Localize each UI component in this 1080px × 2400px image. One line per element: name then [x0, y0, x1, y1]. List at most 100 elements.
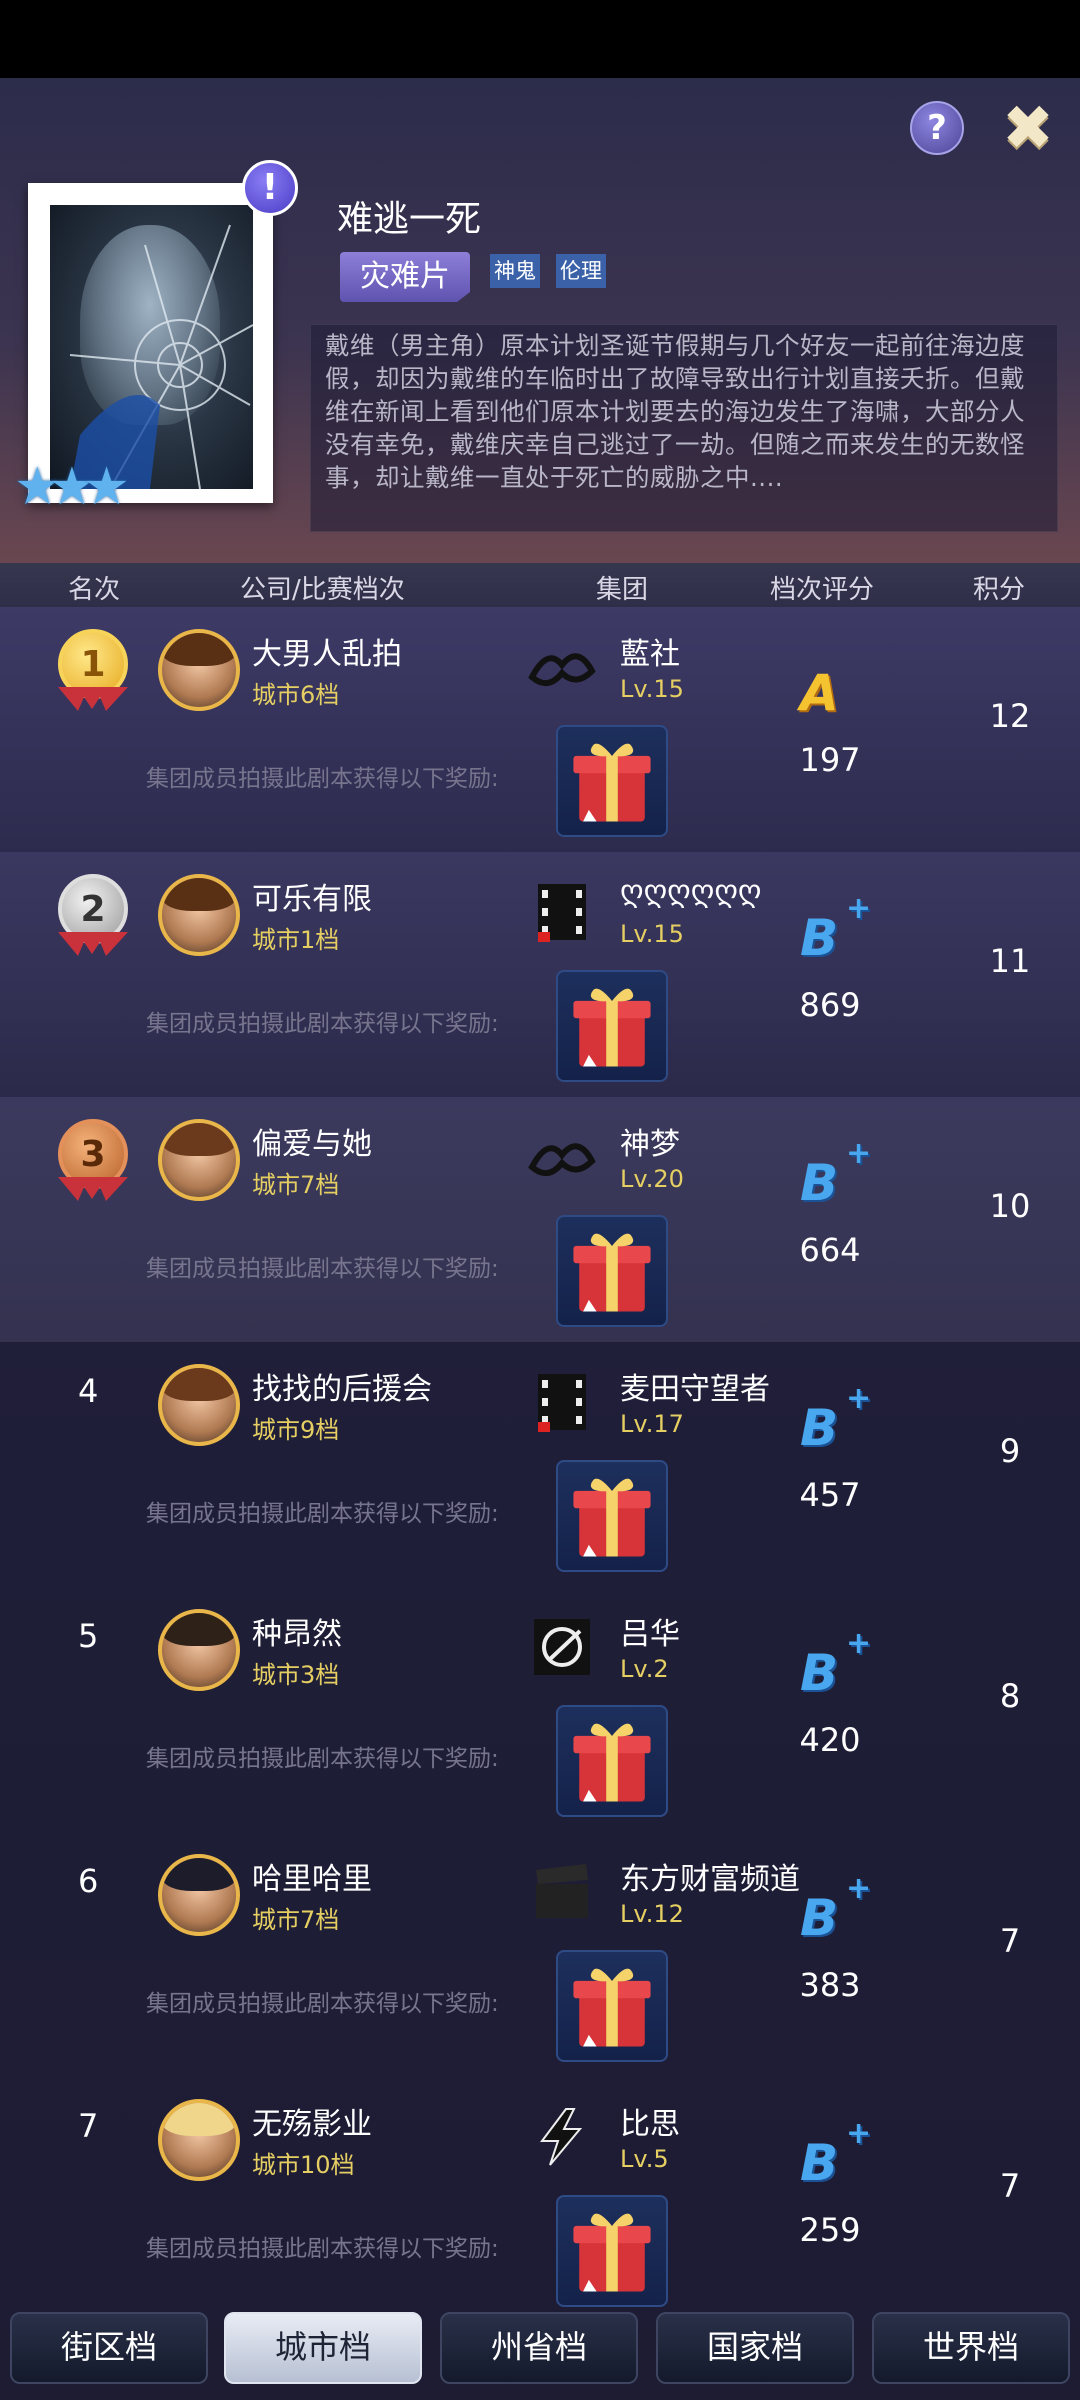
- points: 10: [989, 1187, 1031, 1225]
- group-level: Lv.5: [620, 2145, 669, 2173]
- table-row[interactable]: 2 可乐有限 城市1档 ღღღღღღ Lv.15 集团成员拍摄此剧本获得以下奖励…: [0, 852, 1080, 1097]
- avatar[interactable]: [158, 1119, 240, 1201]
- rank-number: 6: [78, 1862, 99, 1900]
- film-strip-icon: [538, 1374, 586, 1432]
- gift-box-icon[interactable]: [556, 1705, 668, 1817]
- gift-box-icon[interactable]: [556, 725, 668, 837]
- company-tier: 城市1档: [252, 926, 340, 954]
- avatar[interactable]: [158, 874, 240, 956]
- gift-box-icon[interactable]: [556, 2195, 668, 2307]
- table-row[interactable]: 4 找找的后援会 城市9档 麦田守望者 Lv.17 集团成员拍摄此剧本获得以下奖…: [0, 1342, 1080, 1587]
- tab-world[interactable]: 世界档: [872, 2312, 1070, 2384]
- movie-header: ? ✖ ! ★ ★ ★ 难逃一死 灾难片 神鬼 伦理 戴维（男主角）原本计划圣诞…: [0, 78, 1080, 563]
- reward-text: 集团成员拍摄此剧本获得以下奖励:: [146, 1011, 499, 1037]
- tier-tabs: 街区档 城市档 州省档 国家档 世界档: [0, 2310, 1080, 2400]
- company-name[interactable]: 种昂然: [252, 1609, 342, 1653]
- avatar[interactable]: [158, 1364, 240, 1446]
- status-bar: [0, 0, 1080, 78]
- points: 9: [999, 1432, 1021, 1470]
- score: 664: [799, 1231, 861, 1269]
- reward-text: 集团成员拍摄此剧本获得以下奖励:: [146, 2236, 499, 2262]
- tab-province[interactable]: 州省档: [440, 2312, 638, 2384]
- group-name[interactable]: 比思: [620, 2099, 680, 2143]
- avatar[interactable]: [158, 1609, 240, 1691]
- company-name[interactable]: 可乐有限: [252, 874, 372, 918]
- gift-box-icon[interactable]: [556, 970, 668, 1082]
- points: 11: [989, 942, 1031, 980]
- movie-poster[interactable]: [28, 183, 273, 503]
- gift-box-icon[interactable]: [556, 1460, 668, 1572]
- company-tier: 城市7档: [252, 1906, 340, 1934]
- company-name[interactable]: 偏爱与她: [252, 1119, 372, 1163]
- grade-badge: B +: [800, 1381, 872, 1458]
- company-tier: 城市6档: [252, 681, 340, 709]
- score: 420: [799, 1721, 861, 1759]
- table-row[interactable]: 1 大男人乱拍 城市6档 藍社 Lv.15 集团成员拍摄此剧本获得以下奖励: A…: [0, 607, 1080, 852]
- silver-medal-icon: 2: [54, 874, 134, 974]
- grade-badge: B +: [800, 891, 872, 968]
- points: 8: [999, 1677, 1021, 1715]
- rank-number: 4: [78, 1372, 99, 1410]
- grade-badge: B +: [800, 1871, 872, 1948]
- company-name[interactable]: 无殇影业: [252, 2099, 372, 2143]
- close-button[interactable]: ✖: [998, 97, 1058, 159]
- film-reel-icon: [534, 1619, 590, 1675]
- reward-text: 集团成员拍摄此剧本获得以下奖励:: [146, 1991, 499, 2017]
- tag-1: 神鬼: [490, 254, 540, 288]
- col-company: 公司/比赛档次: [240, 575, 405, 605]
- col-group: 集团: [596, 575, 649, 605]
- company-name[interactable]: 找找的后援会: [252, 1364, 432, 1408]
- avatar[interactable]: [158, 629, 240, 711]
- gift-box-icon[interactable]: [556, 1950, 668, 2062]
- score: 197: [799, 741, 861, 779]
- reward-text: 集团成员拍摄此剧本获得以下奖励:: [146, 1256, 499, 1282]
- company-tier: 城市10档: [252, 2151, 355, 2179]
- group-name[interactable]: 藍社: [620, 629, 680, 673]
- group-name[interactable]: ღღღღღღ: [620, 874, 762, 909]
- ranking-screen: ? ✖ ! ★ ★ ★ 难逃一死 灾难片 神鬼 伦理 戴维（男主角）原本计划圣诞…: [0, 78, 1080, 2400]
- table-row[interactable]: 3 偏爱与她 城市7档 神梦 Lv.20 集团成员拍摄此剧本获得以下奖励: B +…: [0, 1097, 1080, 1342]
- avatar[interactable]: [158, 2099, 240, 2181]
- points: 7: [999, 2167, 1021, 2205]
- group-name[interactable]: 神梦: [620, 1119, 680, 1163]
- company-tier: 城市7档: [252, 1171, 340, 1199]
- group-level: Lv.12: [620, 1900, 684, 1928]
- table-row[interactable]: 7 无殇影业 城市10档 比思 Lv.5 集团成员拍摄此剧本获得以下奖励: B +…: [0, 2077, 1080, 2322]
- help-button[interactable]: ?: [910, 101, 964, 155]
- group-level: Lv.20: [620, 1165, 684, 1193]
- col-grade: 档次评分: [770, 575, 875, 605]
- points: 7: [999, 1922, 1021, 1960]
- group-name[interactable]: 麦田守望者: [620, 1364, 770, 1408]
- gold-medal-icon: 1: [54, 629, 134, 729]
- table-row[interactable]: 5 种昂然 城市3档 吕华 Lv.2 集团成员拍摄此剧本获得以下奖励: B + 4…: [0, 1587, 1080, 1832]
- help-icon: ?: [927, 108, 947, 148]
- table-row[interactable]: 6 哈里哈里 城市7档 东方财富频道 Lv.12 集团成员拍摄此剧本获得以下奖励…: [0, 1832, 1080, 2077]
- movie-title: 难逃一死: [337, 199, 482, 240]
- bronze-medal-icon: 3: [54, 1119, 134, 1219]
- reward-text: 集团成员拍摄此剧本获得以下奖励:: [146, 1746, 499, 1772]
- group-name[interactable]: 吕华: [620, 1609, 680, 1653]
- grade-badge: B +: [800, 1136, 872, 1213]
- avatar[interactable]: [158, 1854, 240, 1936]
- tab-block[interactable]: 街区档: [10, 2312, 208, 2384]
- rank-number: 5: [78, 1617, 99, 1655]
- score: 383: [799, 1966, 861, 2004]
- genre-tag: 灾难片: [340, 252, 470, 302]
- tab-country[interactable]: 国家档: [656, 2312, 854, 2384]
- company-tier: 城市9档: [252, 1416, 340, 1444]
- grade-badge: B +: [800, 1626, 872, 1703]
- alert-icon[interactable]: !: [242, 160, 298, 216]
- company-tier: 城市3档: [252, 1661, 340, 1689]
- company-name[interactable]: 哈里哈里: [252, 1854, 372, 1898]
- score: 259: [799, 2211, 861, 2249]
- company-name[interactable]: 大男人乱拍: [252, 629, 402, 673]
- group-emblem-icon: [528, 653, 596, 686]
- col-rank: 名次: [68, 575, 121, 605]
- star-rating: ★ ★ ★: [14, 461, 130, 513]
- lightning-icon: [540, 2108, 583, 2166]
- gift-box-icon[interactable]: [556, 1215, 668, 1327]
- group-name[interactable]: 东方财富频道: [620, 1854, 800, 1898]
- col-points: 积分: [973, 575, 1026, 605]
- group-level: Lv.2: [620, 1655, 669, 1683]
- tab-city[interactable]: 城市档: [224, 2312, 422, 2384]
